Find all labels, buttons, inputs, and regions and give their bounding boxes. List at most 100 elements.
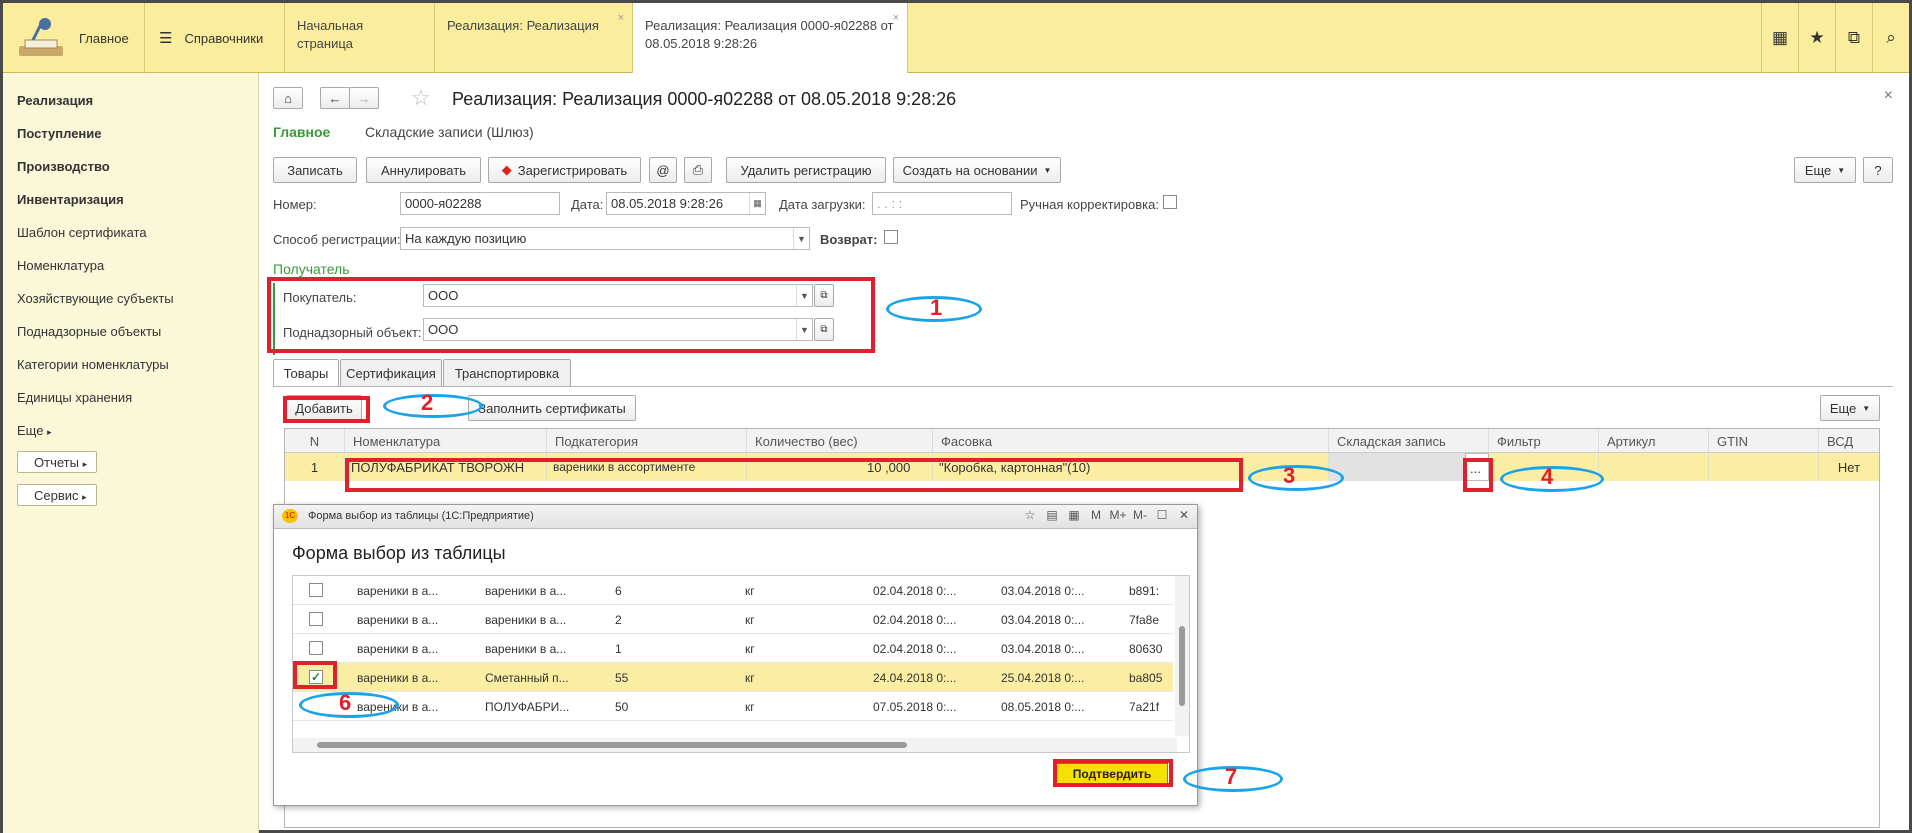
- memory-icon[interactable]: M: [1087, 508, 1105, 522]
- manual-correction-checkbox[interactable]: [1163, 195, 1177, 209]
- table-cell-article[interactable]: [1599, 453, 1709, 481]
- table-row[interactable]: вареники в а... вареники в а... 2 кг 02.…: [293, 605, 1173, 634]
- table-row[interactable]: вареники в а... вареники в а... 6 кг 02.…: [293, 576, 1173, 605]
- favorite-star-icon[interactable]: ☆: [411, 85, 431, 111]
- column-header[interactable]: GTIN: [1709, 429, 1819, 453]
- print-button[interactable]: ⎙: [684, 157, 712, 183]
- row-checkbox[interactable]: [309, 641, 323, 655]
- forward-button[interactable]: →: [349, 87, 379, 109]
- search-icon[interactable]: ⌕: [1872, 3, 1909, 73]
- bookmark-icon[interactable]: ☆: [1021, 508, 1039, 522]
- close-icon[interactable]: ×: [893, 9, 899, 27]
- cancel-doc-button[interactable]: Аннулировать: [366, 157, 481, 183]
- calendar-icon[interactable]: ▦: [749, 193, 765, 214]
- row-checkbox[interactable]: [309, 583, 323, 597]
- home-section[interactable]: Главное: [3, 3, 145, 73]
- create-basis-button[interactable]: Создать на основании ▼: [893, 157, 1061, 183]
- nav-main-link[interactable]: Главное: [273, 124, 330, 140]
- chevron-down-icon[interactable]: ▼: [793, 228, 809, 249]
- help-button[interactable]: ?: [1863, 157, 1893, 183]
- horizontal-scrollbar[interactable]: [293, 738, 1177, 752]
- row-checkbox[interactable]: [309, 612, 323, 626]
- close-icon[interactable]: ×: [618, 9, 624, 27]
- sidebar-item-production[interactable]: Производство: [17, 159, 110, 174]
- table-row[interactable]: вареники в а... вареники в а... 1 кг 02.…: [293, 634, 1173, 663]
- history-icon[interactable]: ⧉: [1835, 3, 1872, 73]
- close-icon[interactable]: ✕: [1175, 508, 1193, 522]
- scroll-thumb[interactable]: [1179, 626, 1185, 706]
- vertical-scrollbar[interactable]: [1175, 576, 1189, 736]
- favorites-star-icon[interactable]: ★: [1798, 3, 1835, 73]
- goods-more-button[interactable]: Еще ▼: [1820, 395, 1880, 421]
- reg-method-select[interactable]: На каждую позицию ▼: [400, 227, 810, 250]
- sidebar-item-entities[interactable]: Хозяйствующие субъекты: [17, 291, 174, 306]
- memory-minus-icon[interactable]: M-: [1131, 508, 1149, 522]
- table-cell-n[interactable]: 1: [285, 453, 345, 481]
- return-checkbox[interactable]: [884, 230, 898, 244]
- callout-number: 1: [930, 295, 943, 320]
- column-header[interactable]: Подкатегория: [547, 429, 747, 453]
- table-cell-gtin[interactable]: [1709, 453, 1819, 481]
- sidebar-item-inventory[interactable]: Инвентаризация: [17, 192, 124, 207]
- column-header[interactable]: Номенклатура: [345, 429, 547, 453]
- column-header[interactable]: Складская запись: [1329, 429, 1489, 453]
- column-header[interactable]: ВСД: [1819, 429, 1879, 453]
- fill-certificates-button[interactable]: Заполнить сертификаты: [468, 395, 636, 421]
- sidebar-item-categories[interactable]: Категории номенклатуры: [17, 357, 169, 372]
- number-field[interactable]: 0000-я02288: [400, 192, 560, 215]
- column-header[interactable]: Артикул: [1599, 429, 1709, 453]
- refs-section[interactable]: ☰ Справочники: [145, 3, 285, 73]
- reports-button[interactable]: Отчеты ▸: [17, 451, 97, 473]
- back-button[interactable]: ←: [320, 87, 350, 109]
- cell: 1: [615, 642, 622, 656]
- column-header[interactable]: Количество (вес): [747, 429, 933, 453]
- table-cell-vsd[interactable]: Нет: [1819, 453, 1879, 481]
- close-form-icon[interactable]: ×: [1884, 87, 1893, 105]
- cell: 7a21f: [1129, 700, 1160, 714]
- sidebar-item-cert-template[interactable]: Шаблон сертификата: [17, 225, 147, 240]
- email-button[interactable]: @: [649, 157, 677, 183]
- load-date-field[interactable]: . . : :: [872, 192, 1012, 215]
- maximize-icon[interactable]: ☐: [1153, 508, 1171, 522]
- scroll-thumb[interactable]: [317, 742, 907, 748]
- tab-sales-document[interactable]: Реализация: Реализация 0000-я02288 от 08…: [633, 3, 908, 74]
- tab-sales-list[interactable]: Реализация: Реализация ×: [435, 3, 633, 73]
- date-field[interactable]: 08.05.2018 9:28:26 ▦: [606, 192, 766, 215]
- calculator-icon[interactable]: ▤: [1043, 508, 1061, 522]
- service-button[interactable]: Сервис ▸: [17, 484, 97, 506]
- tab-goods[interactable]: Товары: [273, 359, 339, 387]
- highlight-select: [1463, 458, 1493, 492]
- column-header[interactable]: N: [285, 429, 345, 453]
- callout-oval: [1248, 465, 1344, 491]
- table-row-selected[interactable]: ✓ вареники в а... Сметанный п... 55 кг 2…: [293, 663, 1173, 692]
- sidebar-item-units[interactable]: Единицы хранения: [17, 390, 132, 405]
- tab-start-page[interactable]: Начальная страница: [285, 3, 435, 73]
- sidebar-item-nomenclature[interactable]: Номенклатура: [17, 258, 104, 273]
- home-button[interactable]: ⌂: [273, 87, 303, 109]
- more-button[interactable]: Еще ▼: [1794, 157, 1856, 183]
- apps-grid-icon[interactable]: ▦: [1761, 3, 1798, 73]
- write-button[interactable]: Записать: [273, 157, 357, 183]
- table-row[interactable]: вареники в а... ПОЛУФАБРИ... 50 кг 07.05…: [293, 692, 1173, 721]
- highlight-recipient: [267, 277, 875, 353]
- tab-certification[interactable]: Сертификация: [340, 359, 442, 387]
- sidebar-item-sales[interactable]: Реализация: [17, 93, 93, 108]
- table-cell-store-record[interactable]: [1329, 453, 1465, 481]
- sidebar-item-objects[interactable]: Поднадзорные объекты: [17, 324, 161, 339]
- cell: 03.04.2018 0:...: [1001, 613, 1085, 627]
- delete-registration-button[interactable]: Удалить регистрацию: [726, 157, 886, 183]
- cell: 24.04.2018 0:...: [873, 671, 957, 685]
- nav-records-link[interactable]: Складские записи (Шлюз): [365, 124, 534, 140]
- column-header[interactable]: Фасовка: [933, 429, 1329, 453]
- topbar-tools: ▦ ★ ⧉ ⌕: [1761, 3, 1909, 73]
- sidebar-item-receipt[interactable]: Поступление: [17, 126, 102, 141]
- tab-transport[interactable]: Транспортировка: [443, 359, 571, 387]
- register-button[interactable]: ◆ Зарегистрировать: [488, 157, 641, 183]
- calendar-icon[interactable]: ▦: [1065, 508, 1083, 522]
- column-header[interactable]: Фильтр: [1489, 429, 1599, 453]
- create-basis-label: Создать на основании: [902, 162, 1038, 178]
- tabs-divider: [273, 386, 1893, 387]
- sidebar-item-more[interactable]: Еще ▸: [17, 423, 52, 438]
- cell: 80630: [1129, 642, 1163, 656]
- memory-plus-icon[interactable]: M+: [1109, 508, 1127, 522]
